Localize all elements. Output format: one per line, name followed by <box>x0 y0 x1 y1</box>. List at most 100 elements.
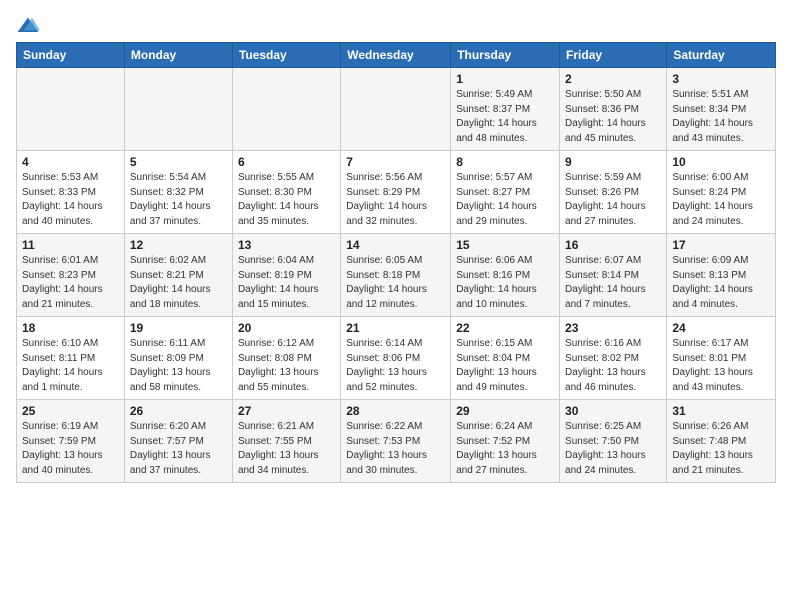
day-info: Sunrise: 5:59 AMSunset: 8:26 PMDaylight:… <box>565 171 661 229</box>
day-number: 13 <box>238 238 335 252</box>
day-info: Sunrise: 5:56 AMSunset: 8:29 PMDaylight:… <box>346 171 445 229</box>
calendar-header: Sunday Monday Tuesday Wednesday Thursday… <box>17 43 776 68</box>
calendar-cell: 4 Sunrise: 5:53 AMSunset: 8:33 PMDaylight… <box>17 151 125 234</box>
calendar-cell: 18Sunrise: 6:10 AMSunset: 8:11 PMDayligh… <box>17 317 125 400</box>
calendar-cell <box>232 68 340 151</box>
day-number: 11 <box>22 238 119 252</box>
calendar-cell: 9 Sunrise: 5:59 AMSunset: 8:26 PMDaylight… <box>560 151 667 234</box>
calendar-cell: 27 Sunrise: 6:21 AMSunset: 7:55 PMDayligh… <box>232 400 340 483</box>
day-number: 16 <box>565 238 661 252</box>
day-info: Sunrise: 6:17 AMSunset: 8:01 PMDaylight:… <box>672 337 770 395</box>
calendar-cell: 20 Sunrise: 6:12 AMSunset: 8:08 PMDayligh… <box>232 317 340 400</box>
day-info: Sunrise: 6:20 AMSunset: 7:57 PMDaylight:… <box>130 420 227 478</box>
day-info: Sunrise: 6:11 AMSunset: 8:09 PMDaylight:… <box>130 337 227 395</box>
week-row-2: 4 Sunrise: 5:53 AMSunset: 8:33 PMDaylight… <box>17 151 776 234</box>
calendar-body: 1 Sunrise: 5:49 AMSunset: 8:37 PMDaylight… <box>17 68 776 483</box>
day-info: Sunrise: 5:50 AMSunset: 8:36 PMDaylight:… <box>565 88 661 146</box>
day-number: 22 <box>456 321 554 335</box>
header-tuesday: Tuesday <box>232 43 340 68</box>
day-number: 28 <box>346 404 445 418</box>
day-number: 4 <box>22 155 119 169</box>
day-info: Sunrise: 6:26 AMSunset: 7:48 PMDaylight:… <box>672 420 770 478</box>
day-number: 10 <box>672 155 770 169</box>
day-info: Sunrise: 6:07 AMSunset: 8:14 PMDaylight:… <box>565 254 661 312</box>
day-number: 14 <box>346 238 445 252</box>
header-sunday: Sunday <box>17 43 125 68</box>
day-number: 19 <box>130 321 227 335</box>
day-number: 25 <box>22 404 119 418</box>
day-number: 30 <box>565 404 661 418</box>
calendar-cell <box>341 68 451 151</box>
day-number: 15 <box>456 238 554 252</box>
day-number: 6 <box>238 155 335 169</box>
calendar-cell: 6 Sunrise: 5:55 AMSunset: 8:30 PMDaylight… <box>232 151 340 234</box>
header-wednesday: Wednesday <box>341 43 451 68</box>
day-number: 29 <box>456 404 554 418</box>
day-number: 7 <box>346 155 445 169</box>
calendar-cell: 10 Sunrise: 6:00 AMSunset: 8:24 PMDayligh… <box>667 151 776 234</box>
calendar-cell: 14Sunrise: 6:05 AMSunset: 8:18 PMDayligh… <box>341 234 451 317</box>
logo-icon <box>16 16 40 36</box>
day-info: Sunrise: 6:22 AMSunset: 7:53 PMDaylight:… <box>346 420 445 478</box>
calendar-cell: 31 Sunrise: 6:26 AMSunset: 7:48 PMDayligh… <box>667 400 776 483</box>
day-info: Sunrise: 6:06 AMSunset: 8:16 PMDaylight:… <box>456 254 554 312</box>
calendar-cell: 21 Sunrise: 6:14 AMSunset: 8:06 PMDayligh… <box>341 317 451 400</box>
day-number: 26 <box>130 404 227 418</box>
day-number: 2 <box>565 72 661 86</box>
calendar-cell: 11 Sunrise: 6:01 AMSunset: 8:23 PMDayligh… <box>17 234 125 317</box>
day-number: 17 <box>672 238 770 252</box>
day-number: 31 <box>672 404 770 418</box>
day-info: Sunrise: 6:15 AMSunset: 8:04 PMDaylight:… <box>456 337 554 395</box>
day-info: Sunrise: 6:14 AMSunset: 8:06 PMDaylight:… <box>346 337 445 395</box>
header-row: Sunday Monday Tuesday Wednesday Thursday… <box>17 43 776 68</box>
calendar-cell <box>124 68 232 151</box>
day-info: Sunrise: 6:21 AMSunset: 7:55 PMDaylight:… <box>238 420 335 478</box>
calendar-cell: 5 Sunrise: 5:54 AMSunset: 8:32 PMDaylight… <box>124 151 232 234</box>
day-info: Sunrise: 6:25 AMSunset: 7:50 PMDaylight:… <box>565 420 661 478</box>
calendar-cell: 22 Sunrise: 6:15 AMSunset: 8:04 PMDayligh… <box>451 317 560 400</box>
calendar-cell: 24 Sunrise: 6:17 AMSunset: 8:01 PMDayligh… <box>667 317 776 400</box>
day-number: 5 <box>130 155 227 169</box>
day-info: Sunrise: 6:00 AMSunset: 8:24 PMDaylight:… <box>672 171 770 229</box>
day-number: 1 <box>456 72 554 86</box>
day-info: Sunrise: 5:55 AMSunset: 8:30 PMDaylight:… <box>238 171 335 229</box>
logo <box>16 16 44 36</box>
day-number: 24 <box>672 321 770 335</box>
calendar-cell: 16 Sunrise: 6:07 AMSunset: 8:14 PMDayligh… <box>560 234 667 317</box>
day-number: 18 <box>22 321 119 335</box>
day-number: 3 <box>672 72 770 86</box>
day-info: Sunrise: 6:02 AMSunset: 8:21 PMDaylight:… <box>130 254 227 312</box>
page-header <box>16 16 776 36</box>
day-info: Sunrise: 6:19 AMSunset: 7:59 PMDaylight:… <box>22 420 119 478</box>
calendar-cell: 23Sunrise: 6:16 AMSunset: 8:02 PMDayligh… <box>560 317 667 400</box>
day-info: Sunrise: 6:04 AMSunset: 8:19 PMDaylight:… <box>238 254 335 312</box>
day-info: Sunrise: 6:09 AMSunset: 8:13 PMDaylight:… <box>672 254 770 312</box>
day-info: Sunrise: 6:12 AMSunset: 8:08 PMDaylight:… <box>238 337 335 395</box>
day-info: Sunrise: 6:01 AMSunset: 8:23 PMDaylight:… <box>22 254 119 312</box>
calendar-cell: 2 Sunrise: 5:50 AMSunset: 8:36 PMDaylight… <box>560 68 667 151</box>
day-number: 27 <box>238 404 335 418</box>
calendar-cell: 15 Sunrise: 6:06 AMSunset: 8:16 PMDayligh… <box>451 234 560 317</box>
day-info: Sunrise: 5:54 AMSunset: 8:32 PMDaylight:… <box>130 171 227 229</box>
calendar-cell: 26 Sunrise: 6:20 AMSunset: 7:57 PMDayligh… <box>124 400 232 483</box>
week-row-1: 1 Sunrise: 5:49 AMSunset: 8:37 PMDaylight… <box>17 68 776 151</box>
header-monday: Monday <box>124 43 232 68</box>
calendar-cell: 12Sunrise: 6:02 AMSunset: 8:21 PMDayligh… <box>124 234 232 317</box>
day-number: 21 <box>346 321 445 335</box>
day-number: 20 <box>238 321 335 335</box>
day-number: 23 <box>565 321 661 335</box>
calendar-cell: 1 Sunrise: 5:49 AMSunset: 8:37 PMDaylight… <box>451 68 560 151</box>
day-info: Sunrise: 5:53 AMSunset: 8:33 PMDaylight:… <box>22 171 119 229</box>
week-row-5: 25 Sunrise: 6:19 AMSunset: 7:59 PMDayligh… <box>17 400 776 483</box>
header-thursday: Thursday <box>451 43 560 68</box>
day-number: 9 <box>565 155 661 169</box>
calendar-cell: 30 Sunrise: 6:25 AMSunset: 7:50 PMDayligh… <box>560 400 667 483</box>
calendar-cell <box>17 68 125 151</box>
week-row-3: 11 Sunrise: 6:01 AMSunset: 8:23 PMDayligh… <box>17 234 776 317</box>
calendar-cell: 17 Sunrise: 6:09 AMSunset: 8:13 PMDayligh… <box>667 234 776 317</box>
calendar-cell: 28 Sunrise: 6:22 AMSunset: 7:53 PMDayligh… <box>341 400 451 483</box>
day-info: Sunrise: 5:49 AMSunset: 8:37 PMDaylight:… <box>456 88 554 146</box>
day-info: Sunrise: 5:51 AMSunset: 8:34 PMDaylight:… <box>672 88 770 146</box>
calendar-cell: 7 Sunrise: 5:56 AMSunset: 8:29 PMDaylight… <box>341 151 451 234</box>
calendar-cell: 29Sunrise: 6:24 AMSunset: 7:52 PMDayligh… <box>451 400 560 483</box>
